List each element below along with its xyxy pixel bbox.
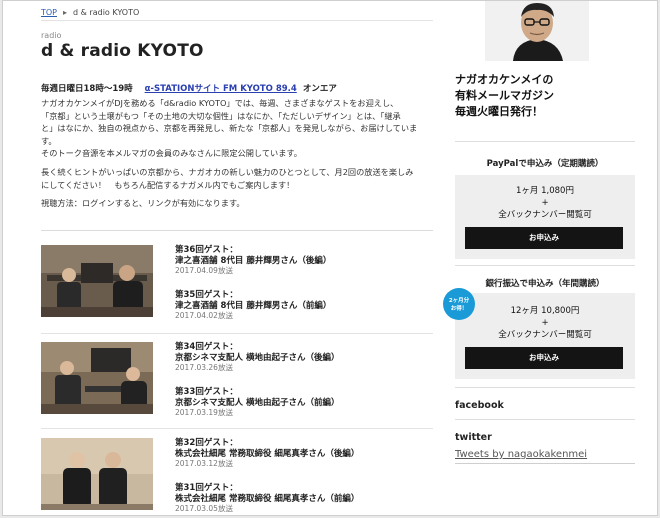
episode-guest-number: 第34回ゲスト： bbox=[175, 342, 238, 352]
discount-badge: 2ヶ月分 お得！ bbox=[443, 288, 475, 320]
twitter-timeline-link[interactable]: Tweets by nagaokakenmei bbox=[455, 449, 587, 460]
description-line: と」はなにか、独自の視点から、京都を再発見し、新たな「京都人」を発見しながら、お… bbox=[41, 123, 418, 134]
breadcrumb-home-link[interactable]: TOP bbox=[41, 8, 57, 17]
episode-item[interactable]: 第34回ゲスト： 京都シネマ支配人 横地由起子さん（後編） 2017.03.26… bbox=[175, 342, 433, 373]
episode-photo[interactable] bbox=[41, 438, 153, 510]
bank-price: 12ヶ月 10,800円 bbox=[510, 306, 580, 316]
onair-suffix: オンエア bbox=[302, 84, 337, 94]
page-frame: TOP ▸ d & radio KYOTO radio d & radio KY… bbox=[2, 0, 658, 516]
episode-date: 2017.03.05放送 bbox=[175, 504, 233, 513]
divider bbox=[41, 20, 433, 21]
category-label: radio bbox=[41, 31, 62, 40]
episode-guest-name[interactable]: 津之喜酒舗 8代目 藤井輝男さん（後編） bbox=[175, 256, 433, 267]
promo-line: 有料メールマガジン bbox=[455, 89, 554, 102]
episode-guest-name[interactable]: 京都シネマ支配人 横地由起子さん（後編） bbox=[175, 353, 433, 364]
episode-guest-name[interactable]: 株式会社細尾 常務取締役 細尾真孝さん（後編） bbox=[175, 449, 433, 460]
description-line: にしてください！ もちろん配信するナガメル内でもご案内します！ bbox=[41, 179, 295, 190]
episode-photo[interactable] bbox=[41, 342, 153, 414]
episode-date: 2017.03.26放送 bbox=[175, 363, 233, 372]
description-line: そのトーク音源を本メルマガの会員のみなさんに限定公開しています。 bbox=[41, 148, 302, 159]
paypal-backnumber: 全バックナンバー閲覧可 bbox=[498, 210, 592, 220]
divider bbox=[41, 333, 433, 334]
bank-apply-button[interactable]: お申込み bbox=[465, 347, 623, 369]
episode-guest-name[interactable]: 株式会社細尾 常務取締役 細尾真孝さん（前編） bbox=[175, 494, 433, 505]
episode-block: 第34回ゲスト： 京都シネマ支配人 横地由起子さん（後編） 2017.03.26… bbox=[41, 342, 433, 429]
paypal-panel: 1ヶ月 1,080円 + 全バックナンバー閲覧可 お申込み bbox=[455, 175, 635, 259]
promo-line: 毎週火曜日発行！ bbox=[455, 105, 543, 118]
twitter-heading: twitter bbox=[455, 432, 492, 443]
episode-guest-number: 第32回ゲスト： bbox=[175, 438, 238, 448]
episode-block: 第32回ゲスト： 株式会社細尾 常務取締役 細尾真孝さん（後編） 2017.03… bbox=[41, 438, 433, 515]
episode-photo[interactable] bbox=[41, 245, 153, 317]
paypal-apply-button[interactable]: お申込み bbox=[465, 227, 623, 249]
description-line: 長く続くヒントがいっぱいの京都から、ナガオカの新しい魅力のひとつとして、月2回の… bbox=[41, 166, 414, 177]
paypal-heading: PayPalで申込み（定期購読） bbox=[486, 159, 604, 169]
episode-date: 2017.04.02放送 bbox=[175, 311, 233, 320]
bank-plus: + bbox=[541, 318, 549, 328]
divider bbox=[41, 230, 433, 231]
episode-guest-name[interactable]: 津之喜酒舗 8代目 藤井輝男さん（前編） bbox=[175, 301, 433, 312]
description-line: 「京都」という土壌がもつ「その土地の大切な個性」はなにか、「ただしいデザイン」と… bbox=[41, 110, 401, 121]
episode-guest-number: 第36回ゲスト： bbox=[175, 245, 238, 255]
episode-item[interactable]: 第32回ゲスト： 株式会社細尾 常務取締役 細尾真孝さん（後編） 2017.03… bbox=[175, 438, 433, 469]
paypal-plus: + bbox=[541, 198, 549, 208]
main-column: TOP ▸ d & radio KYOTO radio d & radio KY… bbox=[41, 1, 437, 515]
author-avatar bbox=[485, 1, 589, 61]
divider bbox=[455, 265, 635, 266]
episode-guest-name[interactable]: 京都シネマ支配人 横地由起子さん（前編） bbox=[175, 398, 433, 409]
sidebar: ナガオカケンメイの 有料メールマガジン 毎週火曜日発行！ PayPalで申込み（… bbox=[443, 1, 635, 515]
divider bbox=[41, 428, 433, 429]
description-line: す。 bbox=[41, 135, 57, 146]
facebook-heading: facebook bbox=[455, 400, 504, 411]
divider bbox=[455, 141, 635, 142]
episode-item[interactable]: 第35回ゲスト： 津之喜酒舗 8代目 藤井輝男さん（前編） 2017.04.02… bbox=[175, 290, 433, 321]
divider bbox=[455, 419, 635, 420]
breadcrumb: TOP ▸ d & radio KYOTO bbox=[41, 5, 139, 19]
divider bbox=[455, 463, 635, 464]
episode-guest-number: 第35回ゲスト： bbox=[175, 290, 238, 300]
episode-date: 2017.03.12放送 bbox=[175, 459, 233, 468]
episode-item[interactable]: 第33回ゲスト： 京都シネマ支配人 横地由起子さん（前編） 2017.03.19… bbox=[175, 387, 433, 418]
bank-heading: 銀行振込で申込み（年間購読） bbox=[485, 279, 605, 289]
episode-item[interactable]: 第36回ゲスト： 津之喜酒舗 8代目 藤井輝男さん（後編） 2017.04.09… bbox=[175, 245, 433, 276]
bank-panel: 12ヶ月 10,800円 + 全バックナンバー閲覧可 お申込み bbox=[455, 293, 635, 379]
episode-guest-number: 第33回ゲスト： bbox=[175, 387, 238, 397]
badge-line: お得！ bbox=[450, 306, 468, 312]
episode-item[interactable]: 第31回ゲスト： 株式会社細尾 常務取締役 細尾真孝さん（前編） 2017.03… bbox=[175, 483, 433, 514]
description-line: ナガオカケンメイがDJを務める「d&radio KYOTO」では、毎週、さまざま… bbox=[41, 98, 399, 108]
breadcrumb-current: d & radio KYOTO bbox=[73, 7, 140, 17]
breadcrumb-separator-icon: ▸ bbox=[63, 7, 68, 17]
description-line: 視聴方法：ログインすると、リンクが有効になります。 bbox=[41, 198, 245, 209]
bank-backnumber: 全バックナンバー閲覧可 bbox=[498, 330, 592, 340]
magazine-promo: ナガオカケンメイの 有料メールマガジン 毎週火曜日発行！ bbox=[455, 72, 554, 120]
description: ナガオカケンメイがDJを務める「d&radio KYOTO」では、毎週、さまざま… bbox=[41, 97, 433, 210]
promo-line: ナガオカケンメイの bbox=[455, 73, 554, 86]
onair-info: 毎週日曜日18時〜19時 α-STATIONサイト FM KYOTO 89.4 オン… bbox=[41, 82, 337, 94]
episode-block: 第36回ゲスト： 津之喜酒舗 8代目 藤井輝男さん（後編） 2017.04.09… bbox=[41, 245, 433, 334]
episode-date: 2017.03.19放送 bbox=[175, 408, 233, 417]
fm-kyoto-link[interactable]: α-STATIONサイト FM KYOTO 89.4 bbox=[145, 84, 297, 94]
badge-line: 2ヶ月分 bbox=[448, 298, 470, 304]
divider bbox=[455, 387, 635, 388]
onair-schedule: 毎週日曜日18時〜19時 bbox=[41, 84, 133, 94]
page-title: d & radio KYOTO bbox=[41, 41, 204, 61]
episode-date: 2017.04.09放送 bbox=[175, 266, 233, 275]
paypal-price: 1ヶ月 1,080円 bbox=[516, 186, 574, 196]
episode-guest-number: 第31回ゲスト： bbox=[175, 483, 238, 493]
